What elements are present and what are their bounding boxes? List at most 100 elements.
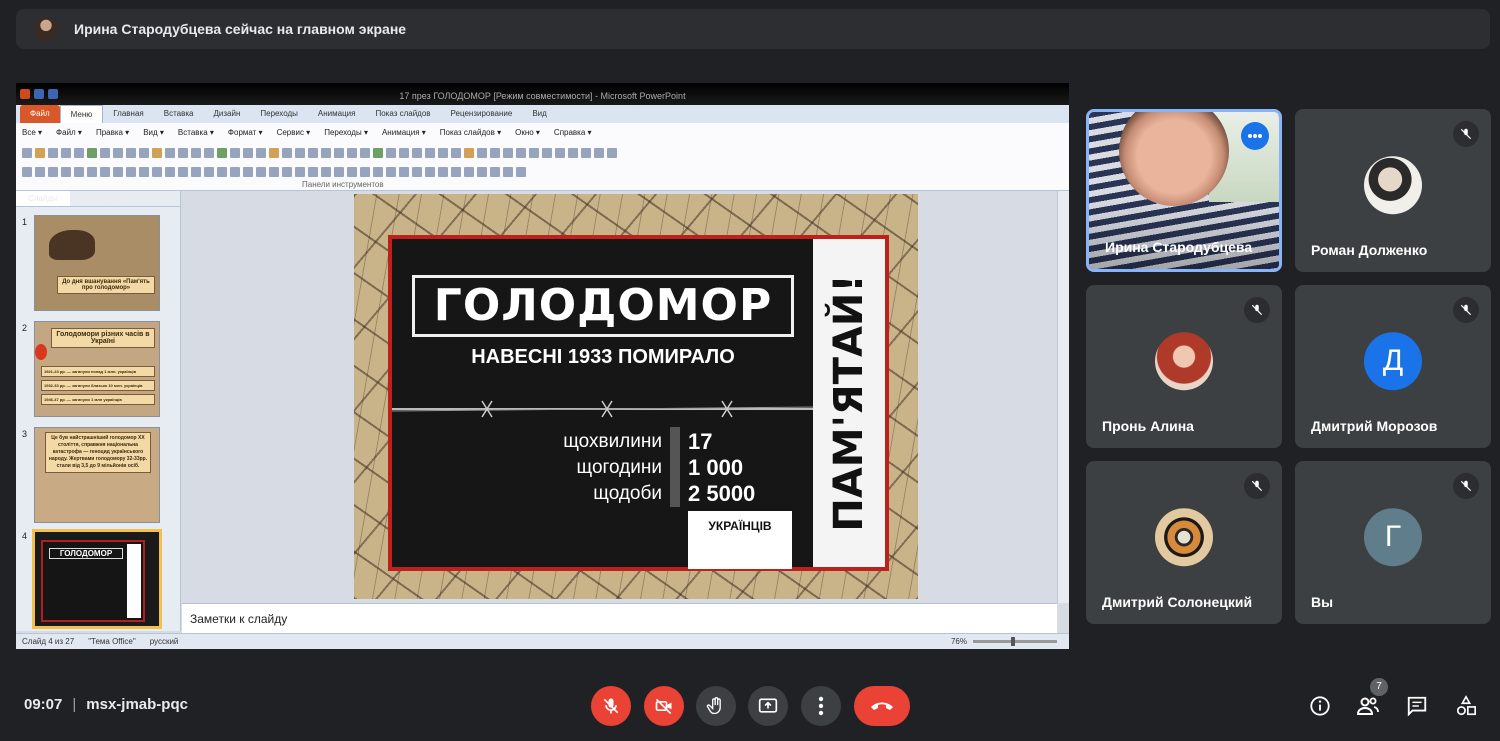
menu-file[interactable]: Файл ▾ xyxy=(56,128,82,137)
tab-design[interactable]: Дизайн xyxy=(203,105,250,123)
slide-number: 3 xyxy=(22,429,28,439)
participant-tile[interactable]: Роман Долженко xyxy=(1295,109,1491,272)
chat-button[interactable] xyxy=(1405,694,1429,718)
thumb2-line: 1932-33 рр. — загинули близько 10 млн. у… xyxy=(41,380,155,391)
participant-tile[interactable]: Д Дмитрий Морозов xyxy=(1295,285,1491,448)
more-options-button[interactable] xyxy=(1241,122,1269,150)
remember-text: ПАМ'ЯТАЙ! xyxy=(826,274,872,532)
participant-tile-self-presenter[interactable]: Ирина Стародубцева xyxy=(1086,109,1282,272)
mic-off-icon xyxy=(1244,473,1270,499)
activities-button[interactable] xyxy=(1454,694,1478,718)
meeting-details-button[interactable] xyxy=(1308,694,1332,718)
avatar: Г xyxy=(1364,507,1422,566)
ribbon-tabs: Файл Меню Главная Вставка Дизайн Переход… xyxy=(16,104,1069,124)
candle-icon xyxy=(35,344,47,360)
thumb4-title: ГОЛОДОМОР xyxy=(49,548,123,559)
menu-tools[interactable]: Сервис ▾ xyxy=(277,128,311,137)
stat-label: щодоби xyxy=(593,483,662,504)
menu-all[interactable]: Все ▾ xyxy=(22,128,42,137)
avatar xyxy=(1155,507,1213,566)
notes-input[interactable]: Заметки к слайду xyxy=(182,603,1057,633)
screen-share: 17 през ГОЛОДОМОР [Режим совместимости] … xyxy=(16,83,1069,649)
tab-view[interactable]: Вид xyxy=(522,105,556,123)
language: русский xyxy=(149,637,179,646)
menu-edit[interactable]: Правка ▾ xyxy=(96,128,129,137)
menu-format[interactable]: Формат ▾ xyxy=(228,128,263,137)
menu-help[interactable]: Справка ▾ xyxy=(554,128,592,137)
present-icon xyxy=(758,698,778,713)
tab-review[interactable]: Рецензирование xyxy=(441,105,523,123)
menu-animation[interactable]: Анимация ▾ xyxy=(382,128,426,137)
menu-insert[interactable]: Вставка ▾ xyxy=(178,128,214,137)
participant-tile[interactable]: Пронь Алина xyxy=(1086,285,1282,448)
stats-values: 17 1 000 2 5000 xyxy=(688,429,755,507)
slide-thumbnail-1[interactable]: До дня вшанування «Пам'ять про голодомор… xyxy=(34,215,160,311)
participant-name: Ирина Стародубцева xyxy=(1105,239,1253,255)
slide-thumbnail-2[interactable]: Голодомори різних часів в Україні 1921-2… xyxy=(34,321,160,417)
theme-name: "Тема Office" xyxy=(88,637,136,646)
current-slide[interactable]: ГОЛОДОМОР НАВЕСНІ 1933 ПОМИРАЛО щохвилин… xyxy=(354,194,918,599)
zoom-control[interactable]: 76% xyxy=(951,637,1057,646)
ribbon: Все ▾ Файл ▾ Правка ▾ Вид ▾ Вставка ▾ Фо… xyxy=(16,123,1069,191)
vertical-scrollbar[interactable] xyxy=(1057,191,1069,603)
participants-count-badge: 7 xyxy=(1370,678,1388,696)
present-now-button[interactable] xyxy=(748,686,788,726)
menu-transitions[interactable]: Переходы ▾ xyxy=(324,128,368,137)
powerpoint-title-bar: 17 през ГОЛОДОМОР [Режим совместимости] … xyxy=(16,83,1069,105)
tab-animation[interactable]: Анимация xyxy=(308,105,366,123)
more-options-button[interactable] xyxy=(801,686,841,726)
mic-off-icon xyxy=(1453,297,1479,323)
mic-off-icon xyxy=(1453,121,1479,147)
slide-thumbnail-3[interactable]: Це був найстрашніший голодомор XX століт… xyxy=(34,427,160,523)
raise-hand-button[interactable] xyxy=(696,686,736,726)
leave-call-button[interactable] xyxy=(854,686,910,726)
thumb3-text: Це був найстрашніший голодомор XX століт… xyxy=(45,432,151,473)
tab-insert[interactable]: Вставка xyxy=(154,105,204,123)
tab-outline[interactable]: Структура xyxy=(70,191,132,206)
participant-name: Роман Долженко xyxy=(1311,242,1428,258)
thumb2-title: Голодомори різних часів в Україні xyxy=(51,328,155,348)
side-panel: ПАМ'ЯТАЙ! xyxy=(813,239,885,567)
avatar xyxy=(1364,155,1422,214)
slide-counter: Слайд 4 из 27 xyxy=(22,637,75,646)
people-icon xyxy=(1356,697,1379,715)
camera-toggle-button[interactable] xyxy=(644,686,684,726)
participant-tile[interactable]: Дмитрий Солонецкий xyxy=(1086,461,1282,624)
people-button[interactable] xyxy=(1356,694,1380,718)
more-horiz-icon xyxy=(1248,134,1262,138)
meeting-time: 09:07 xyxy=(24,696,63,713)
tab-menu[interactable]: Меню xyxy=(59,104,104,124)
slide-thumbnail-4[interactable]: ГОЛОДОМОР xyxy=(32,529,162,629)
mic-toggle-button[interactable] xyxy=(591,686,631,726)
stats-divider xyxy=(670,427,680,507)
menu-view[interactable]: Вид ▾ xyxy=(143,128,164,137)
window-title: 17 през ГОЛОДОМОР [Режим совместимости] … xyxy=(399,91,686,101)
slide-number: 1 xyxy=(22,217,28,227)
avatar: Д xyxy=(1364,331,1422,390)
zoom-slider[interactable] xyxy=(973,637,1057,646)
status-bar: Слайд 4 из 27 "Тема Office" русский 76% xyxy=(16,633,1069,649)
presenting-banner: Ирина Стародубцева сейчас на главном экр… xyxy=(16,9,1490,49)
tab-home[interactable]: Главная xyxy=(103,105,153,123)
meeting-code: msx-jmab-pqc xyxy=(86,696,188,713)
tab-slides[interactable]: Слайды xyxy=(16,191,70,206)
poster: ГОЛОДОМОР НАВЕСНІ 1933 ПОМИРАЛО щохвилин… xyxy=(388,235,889,571)
mic-off-icon xyxy=(1244,297,1270,323)
participant-name: Вы xyxy=(1311,594,1334,610)
tab-file[interactable]: Файл xyxy=(20,105,60,123)
meeting-info: 09:07 | msx-jmab-pqc xyxy=(24,696,188,713)
banner-text: Ирина Стародубцева сейчас на главном экр… xyxy=(74,21,407,37)
camera-off-icon xyxy=(655,698,672,715)
mic-off-icon xyxy=(1453,473,1479,499)
ribbon-group-label: Панели инструментов xyxy=(302,180,384,189)
participant-tile-self[interactable]: Г Вы xyxy=(1295,461,1491,624)
tab-slideshow[interactable]: Показ слайдов xyxy=(365,105,440,123)
stats-labels: щохвилини щогодини щодоби xyxy=(532,429,662,507)
tab-transitions[interactable]: Переходы xyxy=(250,105,308,123)
menu-slideshow[interactable]: Показ слайдов ▾ xyxy=(440,128,501,137)
activities-icon xyxy=(1456,695,1476,716)
mic-off-icon xyxy=(603,698,619,714)
participant-name: Дмитрий Солонецкий xyxy=(1102,594,1253,610)
menu-window[interactable]: Окно ▾ xyxy=(515,128,540,137)
avatar xyxy=(1155,331,1213,390)
